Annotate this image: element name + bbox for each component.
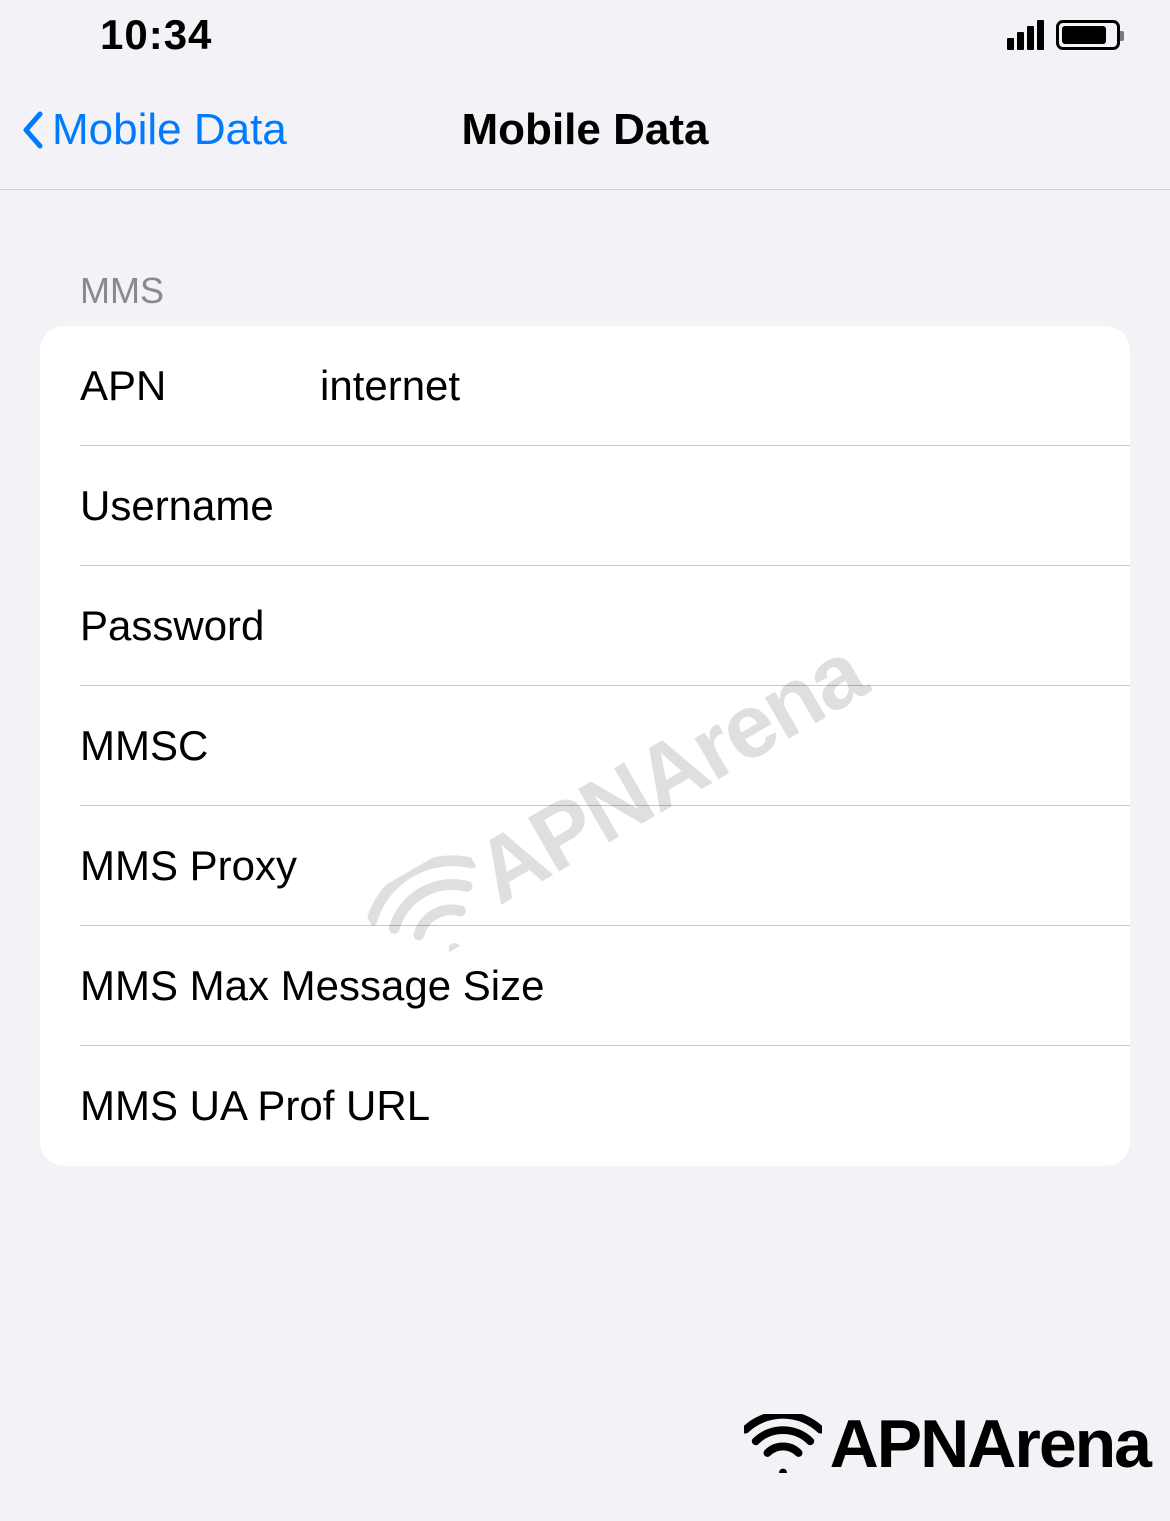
- mms-proxy-input[interactable]: [297, 842, 1090, 890]
- status-time: 10:34: [100, 11, 212, 59]
- setting-label-mms-ua-prof: MMS UA Prof URL: [80, 1082, 430, 1130]
- setting-row-username[interactable]: Username: [40, 446, 1130, 566]
- status-icons: [1007, 20, 1120, 50]
- navigation-bar: Mobile Data Mobile Data: [0, 70, 1170, 190]
- setting-row-password[interactable]: Password: [40, 566, 1130, 686]
- setting-row-mms-proxy[interactable]: MMS Proxy: [40, 806, 1130, 926]
- setting-label-apn: APN: [80, 362, 320, 410]
- mms-max-size-input[interactable]: [544, 962, 1090, 1010]
- setting-label-username: Username: [80, 482, 320, 530]
- content: MMS APN Username Password MMSC MMS Proxy…: [0, 190, 1170, 1166]
- status-bar: 10:34: [0, 0, 1170, 70]
- setting-label-password: Password: [80, 602, 320, 650]
- brand-logo: APNArena: [744, 1405, 1150, 1483]
- setting-row-mms-ua-prof[interactable]: MMS UA Prof URL: [40, 1046, 1130, 1166]
- apn-input[interactable]: [320, 362, 1090, 410]
- chevron-left-icon: [20, 110, 44, 150]
- cellular-signal-icon: [1007, 20, 1044, 50]
- setting-label-mmsc: MMSC: [80, 722, 320, 770]
- mmsc-input[interactable]: [320, 722, 1090, 770]
- brand-text: APNArena: [830, 1405, 1150, 1483]
- setting-row-mmsc[interactable]: MMSC: [40, 686, 1130, 806]
- password-input[interactable]: [320, 602, 1090, 650]
- setting-row-apn[interactable]: APN: [40, 326, 1130, 446]
- settings-group-mms: APN Username Password MMSC MMS Proxy MMS…: [40, 326, 1130, 1166]
- username-input[interactable]: [320, 482, 1090, 530]
- setting-label-mms-max-size: MMS Max Message Size: [80, 962, 544, 1010]
- setting-label-mms-proxy: MMS Proxy: [80, 842, 297, 890]
- battery-icon: [1056, 20, 1120, 50]
- back-label: Mobile Data: [52, 105, 287, 155]
- wifi-icon: [744, 1414, 822, 1474]
- back-button[interactable]: Mobile Data: [0, 105, 287, 155]
- section-header-mms: MMS: [0, 270, 1170, 326]
- setting-row-mms-max-size[interactable]: MMS Max Message Size: [40, 926, 1130, 1046]
- mms-ua-prof-input[interactable]: [430, 1082, 1090, 1130]
